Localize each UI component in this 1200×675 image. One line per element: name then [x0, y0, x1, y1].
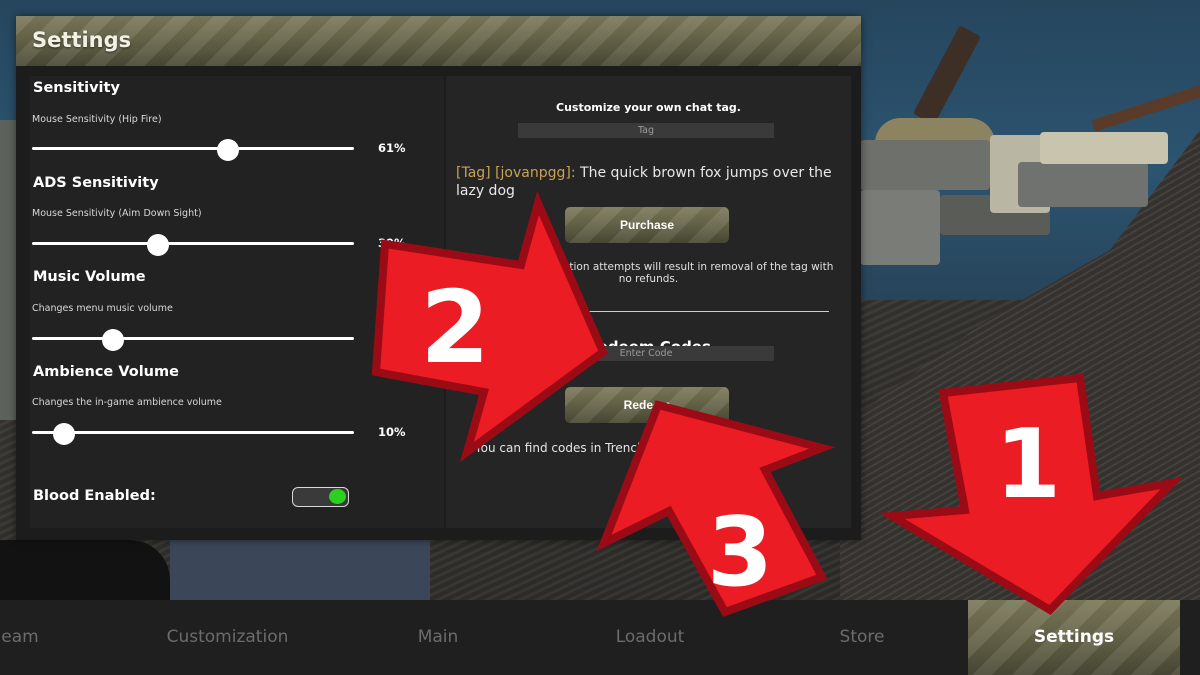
slider-thumb[interactable]: [146, 234, 169, 256]
shadow-prop: [0, 540, 170, 600]
slider-track[interactable]: [32, 242, 354, 245]
sensitivity-value: 61%: [378, 141, 406, 155]
ads-sensitivity-description: Mouse Sensitivity (Aim Down Sight): [32, 208, 202, 219]
sensitivity-slider[interactable]: [32, 139, 354, 161]
music-volume-slider[interactable]: [32, 329, 354, 351]
panel-title: Settings: [32, 28, 132, 52]
slider-thumb[interactable]: [101, 329, 124, 351]
toggle-knob[interactable]: [329, 489, 346, 504]
tag-warning: Warning: Impersonation attempts will res…: [463, 261, 834, 285]
music-volume-title: Music Volume: [33, 269, 146, 285]
sandbag: [860, 140, 990, 190]
chat-tag-heading: Customize your own chat tag.: [556, 101, 741, 114]
chat-tag-preview: [Tag] [jovanpgg]: The quick brown fox ju…: [456, 164, 846, 200]
panel-header: Settings: [16, 16, 861, 66]
ambience-volume-value: 10%: [378, 425, 406, 439]
ambience-volume-slider[interactable]: [32, 423, 354, 445]
purchase-button[interactable]: Purchase: [565, 207, 729, 243]
redeem-button[interactable]: Redeem: [565, 387, 729, 423]
blood-enabled-label: Blood Enabled:: [33, 488, 156, 504]
slider-thumb[interactable]: [53, 423, 76, 445]
preview-tag: [Tag] [jovanpgg]:: [456, 165, 576, 181]
nav-tab-store[interactable]: Store: [757, 600, 967, 675]
sensitivity-description: Mouse Sensitivity (Hip Fire): [32, 114, 162, 125]
codes-hint: You can find codes in Trenches' social m…: [474, 441, 823, 455]
sandbag: [1018, 162, 1148, 207]
slider-track[interactable]: [32, 431, 354, 434]
ambience-volume-title: Ambience Volume: [33, 364, 179, 380]
slider-track[interactable]: [32, 147, 354, 150]
sandbag: [1040, 132, 1168, 164]
sensitivity-title: Sensitivity: [33, 80, 120, 96]
slider-thumb[interactable]: [217, 139, 240, 161]
nav-tab-team[interactable]: eam: [0, 600, 60, 675]
divider: [581, 311, 829, 312]
music-volume-value: 2: [378, 331, 387, 345]
nav-tab-settings[interactable]: Settings: [968, 600, 1180, 675]
music-volume-description: Changes menu music volume: [32, 303, 173, 314]
ads-sensitivity-slider[interactable]: [32, 234, 354, 256]
nav-tab-main[interactable]: Main: [333, 600, 543, 675]
blood-enabled-toggle[interactable]: [292, 487, 349, 507]
enter-code-input[interactable]: Enter Code: [518, 346, 774, 361]
nav-tab-loadout[interactable]: Loadout: [545, 600, 755, 675]
ground-strip: [170, 540, 430, 600]
ads-sensitivity-value: 39%: [378, 236, 406, 250]
settings-column: Sensitivity Mouse Sensitivity (Hip Fire)…: [30, 76, 444, 528]
tag-input[interactable]: Tag: [518, 123, 774, 138]
ads-sensitivity-title: ADS Sensitivity: [33, 175, 159, 191]
chat-tag-and-codes-column: Customize your own chat tag. Tag [Tag] […: [446, 76, 851, 528]
ambience-volume-description: Changes the in-game ambience volume: [32, 397, 222, 408]
slider-track[interactable]: [32, 337, 354, 340]
bottom-nav: eam Customization Main Loadout Store Set…: [0, 600, 1200, 675]
sandbag: [860, 190, 940, 265]
settings-panel: Settings Sensitivity Mouse Sensitivity (…: [16, 16, 861, 540]
nav-tab-customization[interactable]: Customization: [120, 600, 335, 675]
